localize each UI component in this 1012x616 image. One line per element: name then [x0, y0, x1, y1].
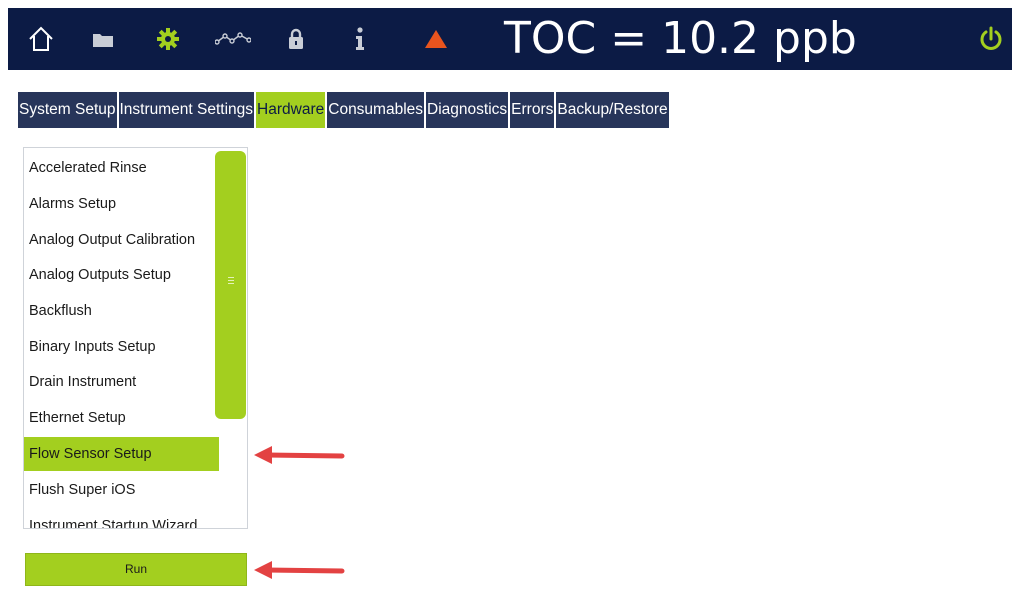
list-item-selected[interactable]: Flow Sensor Setup [24, 437, 219, 471]
power-icon[interactable] [974, 8, 1008, 70]
tab-bar: System Setup Instrument Settings Hardwar… [18, 92, 671, 128]
list-item[interactable]: Binary Inputs Setup [24, 330, 219, 364]
tab-diagnostics[interactable]: Diagnostics [426, 92, 509, 128]
top-bar: TOC = 10.2 ppb [8, 8, 1012, 70]
list-item[interactable]: Accelerated Rinse [24, 151, 219, 185]
trend-icon[interactable] [212, 8, 254, 70]
warning-icon[interactable] [422, 8, 450, 70]
list-item[interactable]: Ethernet Setup [24, 401, 219, 435]
annotation-arrow-icon [254, 561, 345, 579]
list-item[interactable]: Flush Super iOS [24, 473, 219, 507]
folder-icon[interactable] [90, 8, 116, 70]
tab-system-setup[interactable]: System Setup [18, 92, 117, 128]
info-icon[interactable] [351, 8, 369, 70]
list-scrollbar-thumb[interactable] [215, 151, 246, 419]
list-item[interactable]: Backflush [24, 294, 219, 328]
toc-reading: TOC = 10.2 ppb [504, 13, 857, 64]
lock-icon[interactable] [285, 8, 307, 70]
tab-hardware[interactable]: Hardware [256, 92, 326, 128]
run-button[interactable]: Run [25, 553, 247, 586]
hardware-list: Accelerated Rinse Alarms Setup Analog Ou… [23, 147, 248, 529]
list-item[interactable]: Instrument Startup Wizard [24, 509, 219, 528]
tab-backup-restore[interactable]: Backup/Restore [556, 92, 669, 128]
list-item[interactable]: Drain Instrument [24, 365, 219, 399]
grip-icon [228, 277, 234, 278]
list-item[interactable]: Analog Output Calibration [24, 223, 219, 257]
tab-consumables[interactable]: Consumables [327, 92, 425, 128]
list-item[interactable]: Analog Outputs Setup [24, 258, 219, 292]
annotation-arrow-icon [254, 446, 345, 464]
tab-errors[interactable]: Errors [510, 92, 555, 128]
home-icon[interactable] [24, 8, 58, 70]
gear-icon[interactable] [154, 8, 182, 70]
list-item[interactable]: Alarms Setup [24, 187, 219, 221]
tab-instrument-settings[interactable]: Instrument Settings [118, 92, 255, 128]
